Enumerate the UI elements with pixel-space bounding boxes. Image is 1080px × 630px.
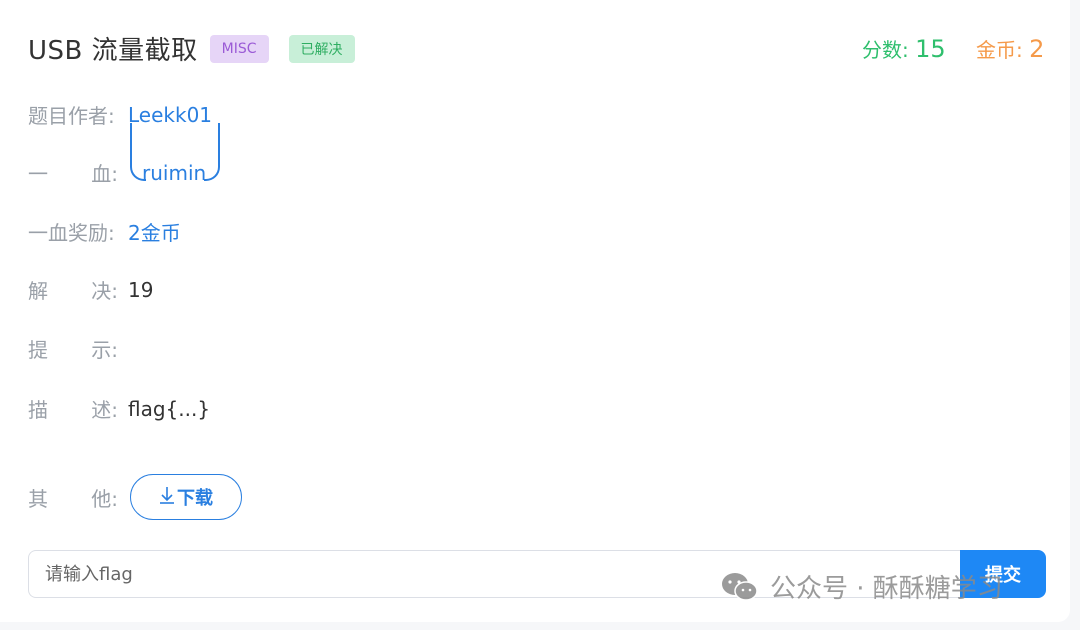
first-blood-label-a: 一 xyxy=(28,162,48,186)
submit-button[interactable]: 提交 xyxy=(960,550,1046,598)
decoration-arc-left xyxy=(130,122,146,181)
solves-count: 19 xyxy=(128,277,154,302)
title-row: USB 流量截取 MISC 已解决 xyxy=(28,30,355,67)
coins-display: 金币: 2 xyxy=(976,34,1044,63)
points-label: 分数: xyxy=(862,38,909,62)
first-blood-user-name: ruimin xyxy=(142,160,207,185)
other-label-a: 其 xyxy=(28,486,48,511)
flag-submit-form: 提交 xyxy=(28,550,1046,598)
other-label-b: 他: xyxy=(91,486,118,511)
flag-input[interactable] xyxy=(28,550,960,598)
author-label: 题目作者: xyxy=(28,104,115,128)
solves-row: 解 决: 19 xyxy=(28,275,153,304)
coins-label: 金币: xyxy=(976,38,1023,62)
description-label-b: 述: xyxy=(91,398,118,422)
hint-label: 提 示: xyxy=(28,334,118,363)
first-blood-row: 一 血: ruimin xyxy=(28,122,221,187)
download-label: 下载 xyxy=(177,488,213,509)
description-label: 描 述: xyxy=(28,394,118,423)
first-blood-user[interactable]: ruimin xyxy=(128,122,221,185)
coins-value: 2 xyxy=(1029,35,1045,63)
hint-row: 提 示: xyxy=(28,334,128,363)
challenge-card: USB 流量截取 MISC 已解决 分数: 15 金币: 2 题目作者: Lee… xyxy=(0,0,1070,622)
solves-label-a: 解 xyxy=(28,279,48,303)
other-row: 其 他: 下载 xyxy=(28,474,242,520)
first-blood-reward-value: 2金币 xyxy=(128,221,181,245)
hint-label-b: 示: xyxy=(91,338,118,362)
points-display: 分数: 15 xyxy=(862,34,946,63)
first-blood-label-b: 血: xyxy=(91,162,118,186)
solves-label: 解 决: xyxy=(28,275,118,304)
challenge-title: USB 流量截取 xyxy=(28,36,198,66)
first-blood-reward-label: 一血奖励: xyxy=(28,221,115,245)
category-badge: MISC xyxy=(209,34,269,63)
other-label: 其 他: xyxy=(28,483,118,512)
description-value: flag{...} xyxy=(128,396,211,421)
solves-label-b: 决: xyxy=(91,279,118,303)
points-value: 15 xyxy=(915,35,946,63)
hint-label-a: 提 xyxy=(28,338,48,362)
description-row: 描 述: flag{...} xyxy=(28,394,210,423)
description-label-a: 描 xyxy=(28,398,48,422)
download-button[interactable]: 下载 xyxy=(130,474,242,520)
status-badge: 已解决 xyxy=(288,34,355,63)
first-blood-reward-row: 一血奖励: 2金币 xyxy=(28,217,181,246)
first-blood-label: 一 血: xyxy=(28,158,118,187)
download-icon xyxy=(159,486,175,509)
decoration-arc-right xyxy=(204,122,221,181)
author-row: 题目作者: Leekk01 xyxy=(28,100,212,129)
